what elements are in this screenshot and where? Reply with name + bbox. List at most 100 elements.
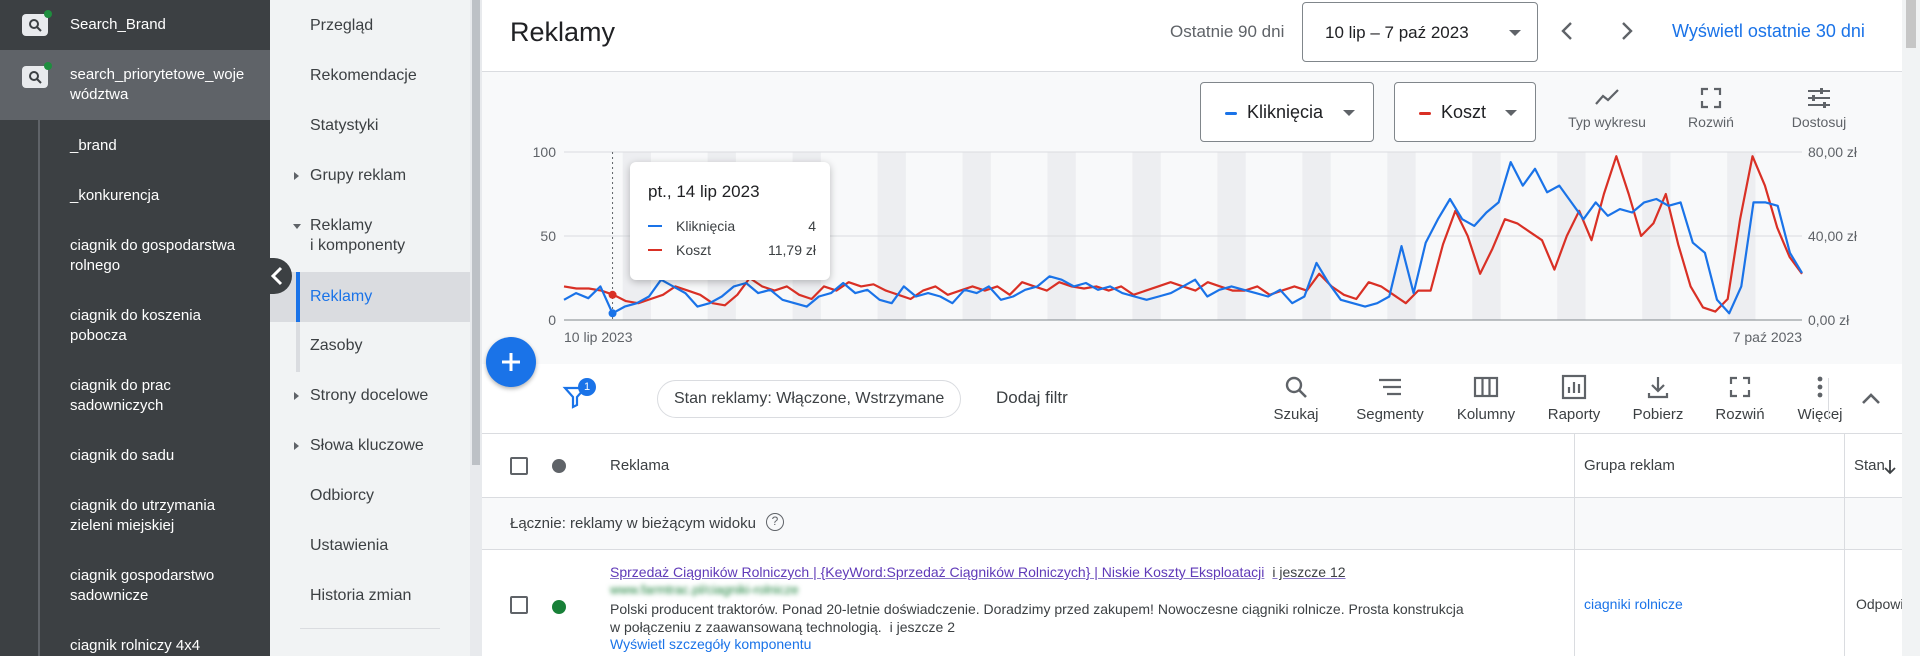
main-scrollbar[interactable] bbox=[1902, 0, 1920, 656]
filter-chip-ad-status[interactable]: Stan reklamy: Włączone, Wstrzymane bbox=[657, 380, 962, 418]
series-color-swatch bbox=[648, 225, 662, 227]
campaign-item-search-brand[interactable]: Search_Brand bbox=[0, 0, 270, 50]
column-header-ad-group[interactable]: Grupa reklam bbox=[1584, 457, 1675, 474]
customize-chart-button[interactable]: Dostosuj bbox=[1774, 86, 1864, 130]
range-label: Ostatnie 90 dni bbox=[1170, 22, 1285, 41]
nav-scrollbar[interactable] bbox=[470, 0, 482, 656]
expand-chart-button[interactable]: Rozwiń bbox=[1666, 86, 1756, 130]
adgroup-item[interactable]: _konkurencja bbox=[70, 186, 260, 206]
table-header-row: Reklama Grupa reklam Stan bbox=[482, 434, 1902, 498]
nav-label: Statystyki bbox=[310, 117, 379, 134]
columns-button[interactable]: Kolumny bbox=[1446, 374, 1526, 423]
previous-period-button[interactable] bbox=[1552, 16, 1582, 46]
adgroup-item[interactable]: ciagnik do utrzymania zieleni miejskiej bbox=[70, 496, 260, 536]
hover-point-clicks bbox=[608, 309, 617, 318]
metric-selector-cost[interactable]: Koszt bbox=[1394, 82, 1536, 142]
hover-point-cost bbox=[608, 290, 617, 299]
toolbar-label: Raporty bbox=[1547, 406, 1601, 423]
adgroup-item[interactable]: ciagnik do gospodarstwa rolnego bbox=[70, 236, 260, 276]
sort-descending-icon[interactable] bbox=[1882, 458, 1898, 476]
nav-label: Ustawienia bbox=[310, 537, 389, 554]
ad-headline-link[interactable]: Sprzedaż Ciągników Rolniczych | {KeyWord… bbox=[610, 564, 1346, 580]
segments-button[interactable]: Segmenty bbox=[1350, 374, 1430, 423]
table-row: Sprzedaż Ciągników Rolniczych | {KeyWord… bbox=[482, 550, 1911, 656]
status-dot-icon bbox=[44, 10, 52, 18]
download-button[interactable]: Pobierz bbox=[1618, 374, 1698, 423]
description-more-count: i jeszcze 2 bbox=[889, 619, 955, 635]
ad-display-url: www.farmtrac.pl/ciagniki-rolnicze bbox=[610, 582, 799, 597]
chart-tooltip: pt., 14 lip 2023 Kliknięcia 4 Koszt 11,7… bbox=[630, 162, 830, 280]
show-last-30-days-link[interactable]: Wyświetl ostatnie 30 dni bbox=[1672, 21, 1865, 42]
scrollbar-thumb[interactable] bbox=[1906, 0, 1916, 48]
search-button[interactable]: Szukaj bbox=[1256, 374, 1336, 423]
ads-table: Reklama Grupa reklam Stan Łącznie: rekla… bbox=[482, 434, 1911, 656]
main-content: Reklamy Ostatnie 90 dni 10 lip – 7 paź 2… bbox=[482, 0, 1920, 656]
column-header-ad[interactable]: Reklama bbox=[610, 457, 669, 474]
totals-label: Łącznie: reklamy w bieżącym widoku bbox=[510, 515, 756, 532]
dropdown-arrow-icon bbox=[1343, 110, 1355, 116]
toolbar-label: Rozwiń bbox=[1715, 406, 1765, 423]
status-column-icon bbox=[552, 459, 566, 473]
nav-reklamy[interactable]: Reklamy bbox=[270, 272, 470, 322]
series-color-swatch bbox=[1225, 112, 1237, 115]
fullscreen-icon bbox=[1700, 87, 1722, 109]
y-axis-tick-label: 0 bbox=[548, 312, 556, 328]
next-period-button[interactable] bbox=[1612, 16, 1642, 46]
add-filter-button[interactable]: Dodaj filtr bbox=[996, 388, 1068, 408]
tooltip-series-value: 4 bbox=[808, 218, 816, 234]
expand-arrow-icon bbox=[294, 392, 299, 400]
status-dot-icon bbox=[44, 62, 52, 70]
column-divider bbox=[1844, 434, 1845, 656]
x-axis-tick-label: 10 lip 2023 bbox=[564, 329, 633, 345]
select-all-checkbox[interactable] bbox=[510, 457, 528, 475]
chevron-right-icon bbox=[1622, 22, 1633, 40]
ad-description: Polski producent traktorów. Ponad 20-let… bbox=[610, 600, 1470, 636]
metric-label: Kliknięcia bbox=[1247, 102, 1324, 122]
adgroup-item[interactable]: ciagnik do koszenia pobocza bbox=[70, 306, 260, 346]
nav-label: Reklamy i komponenty bbox=[310, 217, 406, 254]
metric-selector-clicks[interactable]: Kliknięcia bbox=[1200, 82, 1374, 142]
y2-axis-tick-label: 80,00 zł bbox=[1808, 144, 1858, 160]
row-checkbox[interactable] bbox=[510, 596, 528, 614]
tool-label: Dostosuj bbox=[1791, 114, 1847, 130]
create-new-button[interactable] bbox=[486, 337, 536, 387]
reports-button[interactable]: Raporty bbox=[1534, 374, 1614, 423]
nav-label: Przegląd bbox=[310, 17, 374, 34]
view-component-details-link[interactable]: Wyświetl szczegóły komponentu bbox=[610, 636, 811, 652]
adgroup-item[interactable]: ciagnik do prac sadowniczych bbox=[70, 376, 260, 416]
page-title: Reklamy bbox=[510, 17, 616, 47]
column-header-status[interactable]: Stan bbox=[1854, 457, 1885, 474]
adgroup-item[interactable]: ciagnik do sadu bbox=[70, 446, 260, 466]
plus-icon bbox=[502, 353, 520, 371]
adgroup-item[interactable]: ciagnik rolniczy 4x4 bbox=[70, 636, 260, 656]
toolbar-label: Segmenty bbox=[1356, 406, 1424, 423]
nav-label: Rekomendacje bbox=[310, 67, 417, 84]
help-icon[interactable]: ? bbox=[766, 513, 784, 531]
adgroup-item[interactable]: ciagnik gospodarstwo sadownicze bbox=[70, 566, 260, 606]
search-campaign-icon bbox=[22, 62, 52, 88]
ad-headline: Sprzedaż Ciągników Rolniczych | {KeyWord… bbox=[610, 564, 1265, 580]
collapse-arrow-icon bbox=[293, 224, 301, 229]
date-range-select[interactable]: 10 lip – 7 paź 2023 bbox=[1302, 2, 1538, 62]
campaign-item-priorytetowe[interactable]: search_priorytetowe_województwa bbox=[0, 50, 270, 120]
tune-icon bbox=[1808, 88, 1830, 108]
tooltip-series-value: 11,79 zł bbox=[768, 242, 816, 258]
filter-toolbar: 1 Stan reklamy: Włączone, Wstrzymane Dod… bbox=[482, 364, 1902, 434]
chevron-up-icon[interactable] bbox=[1860, 388, 1882, 410]
nav-label: Historia zmian bbox=[310, 587, 412, 604]
expand-arrow-icon bbox=[294, 172, 299, 180]
dropdown-arrow-icon bbox=[1509, 30, 1521, 36]
search-campaign-icon bbox=[22, 10, 52, 36]
scrollbar-thumb[interactable] bbox=[472, 0, 480, 465]
toolbar-label: Szukaj bbox=[1273, 406, 1319, 423]
expand-table-button[interactable]: Rozwiń bbox=[1700, 374, 1780, 423]
toolbar-label: Kolumny bbox=[1456, 406, 1516, 423]
ad-group-link[interactable]: ciagniki rolnicze bbox=[1584, 596, 1683, 612]
page-header: Reklamy Ostatnie 90 dni 10 lip – 7 paź 2… bbox=[482, 0, 1920, 72]
status-dot-icon bbox=[552, 600, 566, 614]
nav-label: Reklamy bbox=[310, 288, 373, 305]
adgroup-item[interactable]: _brand bbox=[70, 136, 260, 156]
chart-type-button[interactable]: Typ wykresu bbox=[1562, 86, 1652, 130]
series-color-swatch bbox=[648, 249, 662, 251]
more-button[interactable]: Więcej bbox=[1780, 374, 1860, 423]
